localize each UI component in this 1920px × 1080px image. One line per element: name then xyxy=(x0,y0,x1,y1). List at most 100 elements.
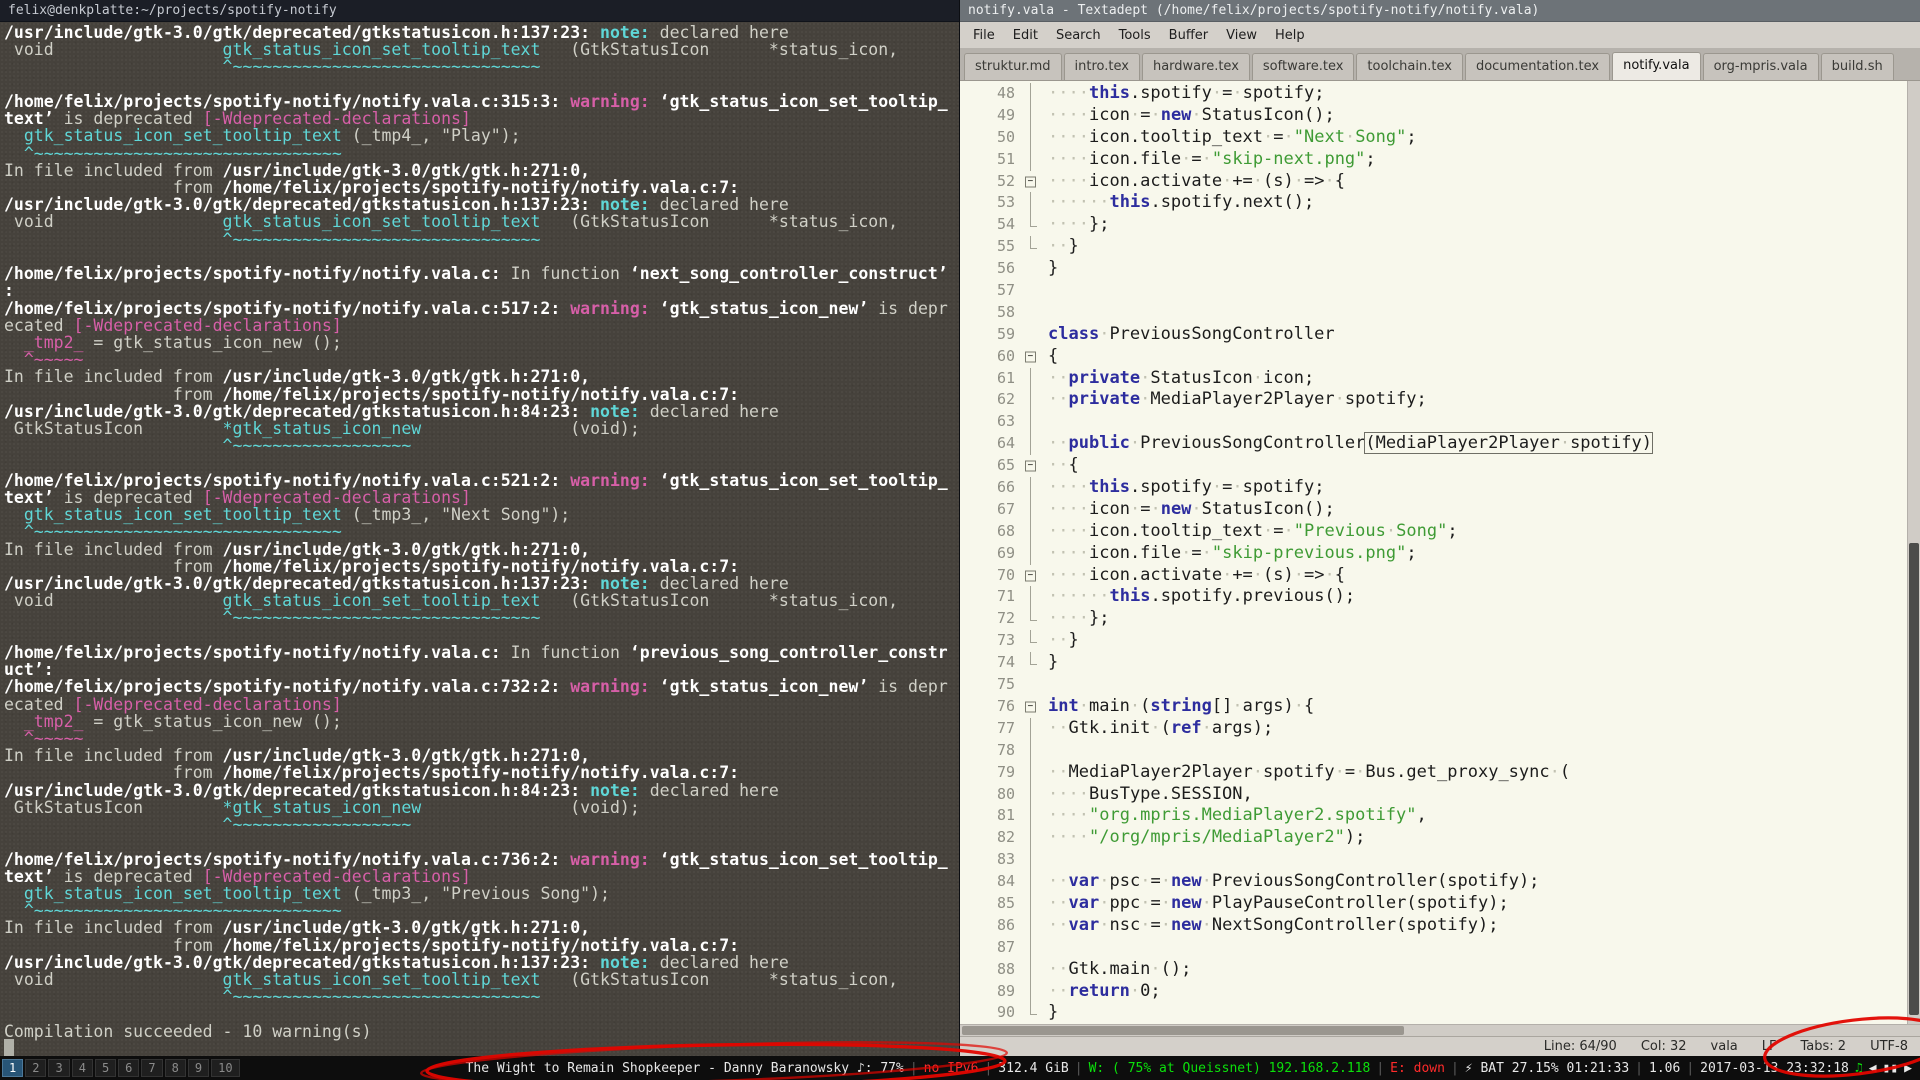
fold-margin[interactable] xyxy=(1022,148,1040,171)
fold-margin[interactable] xyxy=(1022,805,1040,828)
fold-margin[interactable] xyxy=(1022,936,1040,959)
tab-hardware.tex[interactable]: hardware.tex xyxy=(1141,53,1250,80)
workspace-button-8[interactable]: 8 xyxy=(164,1059,186,1077)
code-text[interactable]: ····icon.activate·+=·(s)·=>·{ xyxy=(1040,171,1345,193)
fold-margin[interactable] xyxy=(1022,477,1040,499)
code-text[interactable] xyxy=(1040,937,1048,959)
workspace-button-10[interactable]: 10 xyxy=(211,1059,240,1077)
code-text[interactable] xyxy=(1040,411,1048,433)
fold-margin[interactable] xyxy=(1022,871,1040,893)
menu-view[interactable]: View xyxy=(1217,25,1266,46)
code-view[interactable]: 48 ····this.spotify·=·spotify; 49 ····icon·… xyxy=(960,81,1907,1024)
code-text[interactable]: ····this.spotify·=·spotify; xyxy=(1040,83,1324,105)
menu-tools[interactable]: Tools xyxy=(1110,25,1160,46)
terminal-output[interactable]: /usr/include/gtk-3.0/gtk/deprecated/gtks… xyxy=(0,22,959,1056)
workspace-button-7[interactable]: 7 xyxy=(141,1059,163,1077)
fold-margin[interactable] xyxy=(1022,126,1040,149)
code-text[interactable]: ····}; xyxy=(1040,608,1109,630)
tab-org-mpris.vala[interactable]: org-mpris.vala xyxy=(1702,53,1819,80)
tab-notify.vala[interactable]: notify.vala xyxy=(1612,52,1701,80)
code-text[interactable]: ··} xyxy=(1040,236,1079,258)
workspace-button-4[interactable]: 4 xyxy=(71,1059,93,1077)
tab-software.tex[interactable]: software.tex xyxy=(1251,53,1355,80)
code-text[interactable]: ··var·psc·=·new·PreviousSongController(s… xyxy=(1040,871,1539,893)
code-text[interactable]: ····icon.activate·+=·(s)·=>·{ xyxy=(1040,565,1345,587)
code-text[interactable]: ····icon.file·=·"skip-next.png"; xyxy=(1040,149,1376,171)
fold-margin[interactable]: − xyxy=(1022,346,1040,368)
editor-titlebar[interactable]: notify.vala - Textadept (/home/felix/pro… xyxy=(960,0,1920,22)
fold-margin[interactable] xyxy=(1022,674,1040,696)
fold-margin[interactable] xyxy=(1022,302,1040,324)
code-text[interactable]: ····icon·=·new·StatusIcon(); xyxy=(1040,499,1335,521)
fold-margin[interactable] xyxy=(1022,958,1040,981)
code-text[interactable]: } xyxy=(1040,1002,1058,1024)
code-text[interactable]: ··MediaPlayer2Player·spotify·=·Bus.get_p… xyxy=(1040,762,1570,784)
code-text[interactable]: ····"/org/mpris/MediaPlayer2"); xyxy=(1040,827,1365,849)
fold-margin[interactable] xyxy=(1022,914,1040,937)
code-text[interactable] xyxy=(1040,302,1048,324)
fold-margin[interactable] xyxy=(1022,761,1040,784)
code-text[interactable]: ····icon.tooltip_text·=·"Previous·Song"; xyxy=(1040,521,1458,543)
workspace-button-9[interactable]: 9 xyxy=(187,1059,210,1077)
fold-margin[interactable] xyxy=(1022,83,1040,105)
fold-margin[interactable] xyxy=(1022,236,1040,258)
code-text[interactable]: ··private·StatusIcon·icon; xyxy=(1040,368,1314,390)
code-text[interactable]: ····BusType.SESSION, xyxy=(1040,784,1253,806)
fold-margin[interactable] xyxy=(1022,280,1040,302)
fold-margin[interactable]: − xyxy=(1022,455,1040,477)
code-text[interactable]: ··{ xyxy=(1040,455,1079,477)
fold-margin[interactable] xyxy=(1022,520,1040,543)
fold-margin[interactable] xyxy=(1022,389,1040,412)
fold-margin[interactable] xyxy=(1022,1002,1040,1024)
fold-margin[interactable] xyxy=(1022,214,1040,236)
menu-help[interactable]: Help xyxy=(1266,25,1314,46)
code-text[interactable]: ····icon.file·=·"skip-previous.png"; xyxy=(1040,543,1417,565)
fold-margin[interactable] xyxy=(1022,104,1040,127)
code-text[interactable] xyxy=(1040,740,1048,762)
fold-margin[interactable] xyxy=(1022,783,1040,806)
editor-area[interactable]: 48 ····this.spotify·=·spotify; 49 ····icon·… xyxy=(960,81,1920,1024)
fold-margin[interactable] xyxy=(1022,608,1040,630)
code-text[interactable]: ··var·ppc·=·new·PlayPauseController(spot… xyxy=(1040,893,1509,915)
code-text[interactable]: ····icon·=·new·StatusIcon(); xyxy=(1040,105,1335,127)
vertical-scrollbar[interactable] xyxy=(1907,81,1920,1024)
fold-margin[interactable] xyxy=(1022,433,1040,456)
code-text[interactable]: ····}; xyxy=(1040,214,1109,236)
tab-toolchain.tex[interactable]: toolchain.tex xyxy=(1356,53,1463,80)
fold-margin[interactable] xyxy=(1022,980,1040,1003)
fold-margin[interactable] xyxy=(1022,411,1040,434)
code-text[interactable]: ··public·PreviousSongController(MediaPla… xyxy=(1040,432,1653,455)
fold-margin[interactable]: − xyxy=(1022,565,1040,587)
code-text[interactable]: ··var·nsc·=·new·NextSongController(spoti… xyxy=(1040,915,1498,937)
menu-search[interactable]: Search xyxy=(1047,25,1110,46)
vertical-scrollbar-thumb[interactable] xyxy=(1909,543,1919,1015)
fold-margin[interactable] xyxy=(1022,367,1040,390)
fold-margin[interactable] xyxy=(1022,827,1040,850)
code-text[interactable]: ······this.spotify.previous(); xyxy=(1040,586,1355,608)
menu-buffer[interactable]: Buffer xyxy=(1160,25,1217,46)
code-text[interactable]: class·PreviousSongController xyxy=(1040,324,1335,346)
code-text[interactable]: { xyxy=(1040,346,1058,368)
fold-margin[interactable] xyxy=(1022,498,1040,521)
code-text[interactable]: ··return·0; xyxy=(1040,981,1161,1003)
tab-intro.tex[interactable]: intro.tex xyxy=(1063,53,1140,80)
fold-margin[interactable]: − xyxy=(1022,696,1040,718)
code-text[interactable] xyxy=(1040,849,1048,871)
code-text[interactable]: ······this.spotify.next(); xyxy=(1040,192,1314,214)
horizontal-scrollbar-thumb[interactable] xyxy=(962,1026,1404,1035)
fold-margin[interactable] xyxy=(1022,892,1040,915)
code-text[interactable]: ··private·MediaPlayer2Player·spotify; xyxy=(1040,389,1427,411)
code-text[interactable] xyxy=(1040,674,1048,696)
code-text[interactable]: ····"org.mpris.MediaPlayer2.spotify", xyxy=(1040,805,1427,827)
code-text[interactable] xyxy=(1040,280,1048,302)
workspace-button-3[interactable]: 3 xyxy=(48,1059,70,1077)
workspace-button-1[interactable]: 1 xyxy=(2,1059,24,1077)
fold-margin[interactable] xyxy=(1022,652,1040,674)
fold-margin[interactable] xyxy=(1022,258,1040,280)
menu-edit[interactable]: Edit xyxy=(1004,25,1047,46)
fold-margin[interactable]: − xyxy=(1022,171,1040,193)
code-text[interactable]: ··} xyxy=(1040,630,1079,652)
code-text[interactable]: } xyxy=(1040,258,1058,280)
fold-margin[interactable] xyxy=(1022,739,1040,762)
code-text[interactable]: ····icon.tooltip_text·=·"Next·Song"; xyxy=(1040,127,1417,149)
